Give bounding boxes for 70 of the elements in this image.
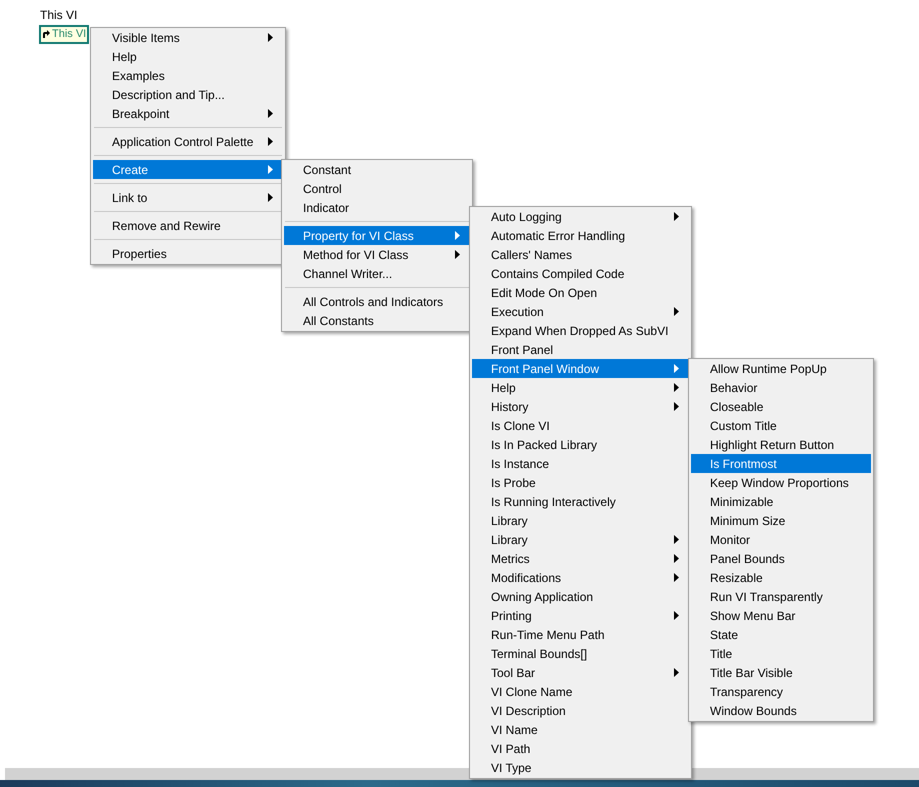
menu-item[interactable]: Description and Tip... (93, 85, 283, 104)
menu-item[interactable]: VI Name (472, 720, 689, 739)
menu-item[interactable]: Auto Logging (472, 207, 689, 226)
menu-item[interactable]: Properties (93, 244, 283, 263)
menu-item[interactable]: Is Clone VI (472, 416, 689, 435)
menu-item[interactable]: Minimizable (691, 492, 871, 511)
menu-item[interactable]: Monitor (691, 530, 871, 549)
menu-item[interactable]: Minimum Size (691, 511, 871, 530)
node-label: This VI (40, 8, 78, 23)
vi-reference-node[interactable]: This VI (39, 25, 90, 44)
menu-item[interactable]: Allow Runtime PopUp (691, 359, 871, 378)
menu-item[interactable]: Modifications (472, 568, 689, 587)
menu-item[interactable]: Owning Application (472, 587, 689, 606)
menu-item[interactable]: All Controls and Indicators (284, 292, 470, 311)
menu-item[interactable]: Remove and Rewire (93, 216, 283, 235)
menu-item[interactable]: Tool Bar (472, 663, 689, 682)
menu-item[interactable]: Is Running Interactively (472, 492, 689, 511)
menu-item[interactable]: Title Bar Visible (691, 663, 871, 682)
menu-item[interactable]: Visible Items (93, 28, 283, 47)
menu-item[interactable]: Edit Mode On Open (472, 283, 689, 302)
menu-item[interactable]: Indicator (284, 198, 470, 217)
menu-item[interactable]: Expand When Dropped As SubVI (472, 321, 689, 340)
menu-item[interactable]: State (691, 625, 871, 644)
menu-item[interactable]: Behavior (691, 378, 871, 397)
menu-item[interactable]: Front Panel (472, 340, 689, 359)
menu-item[interactable]: Terminal Bounds[] (472, 644, 689, 663)
menu-item[interactable]: Create (93, 160, 283, 179)
menu-item[interactable]: VI Clone Name (472, 682, 689, 701)
menu-item[interactable]: Breakpoint (93, 104, 283, 123)
menu-item[interactable]: Property for VI Class (284, 226, 470, 245)
arrow-icon (42, 30, 50, 39)
menu-item[interactable]: Is Probe (472, 473, 689, 492)
menu-item[interactable]: Printing (472, 606, 689, 625)
menu-item[interactable]: VI Type (472, 758, 689, 777)
menu-item[interactable]: Window Bounds (691, 701, 871, 720)
menu-item[interactable]: Panel Bounds (691, 549, 871, 568)
menu-item[interactable]: Help (472, 378, 689, 397)
menu-item[interactable]: Resizable (691, 568, 871, 587)
menu-item[interactable]: Examples (93, 66, 283, 85)
menu-item[interactable]: Help (93, 47, 283, 66)
menu-item[interactable]: Execution (472, 302, 689, 321)
menu-item[interactable]: Library (472, 530, 689, 549)
menu-item[interactable]: Application Control Palette (93, 132, 283, 151)
menu-item[interactable]: VI Description (472, 701, 689, 720)
menu-item[interactable]: Link to (93, 188, 283, 207)
menu-item[interactable]: Closeable (691, 397, 871, 416)
menu-item[interactable]: Title (691, 644, 871, 663)
menu-item[interactable]: Contains Compiled Code (472, 264, 689, 283)
menu-item[interactable]: Callers' Names (472, 245, 689, 264)
menu-item[interactable]: Highlight Return Button (691, 435, 871, 454)
menu-item[interactable]: Automatic Error Handling (472, 226, 689, 245)
menu-item[interactable]: Method for VI Class (284, 245, 470, 264)
menu-item[interactable]: Transparency (691, 682, 871, 701)
menu-item[interactable]: Metrics (472, 549, 689, 568)
menu-item[interactable]: Constant (284, 160, 470, 179)
menu-item[interactable]: Library (472, 511, 689, 530)
menu-item[interactable]: VI Path (472, 739, 689, 758)
menu-item[interactable]: Show Menu Bar (691, 606, 871, 625)
menu-item[interactable]: Run-Time Menu Path (472, 625, 689, 644)
menu-item[interactable]: Is Instance (472, 454, 689, 473)
menu-item[interactable]: History (472, 397, 689, 416)
menu-item[interactable]: Control (284, 179, 470, 198)
menu-item[interactable]: Is Frontmost (691, 454, 871, 473)
menu-item[interactable]: Custom Title (691, 416, 871, 435)
menu-item[interactable]: Keep Window Proportions (691, 473, 871, 492)
menu-item[interactable]: Run VI Transparently (691, 587, 871, 606)
menu-item[interactable]: Is In Packed Library (472, 435, 689, 454)
menu-item[interactable]: Front Panel Window (472, 359, 689, 378)
menu-item[interactable]: Channel Writer... (284, 264, 470, 283)
menu-item[interactable]: All Constants (284, 311, 470, 330)
